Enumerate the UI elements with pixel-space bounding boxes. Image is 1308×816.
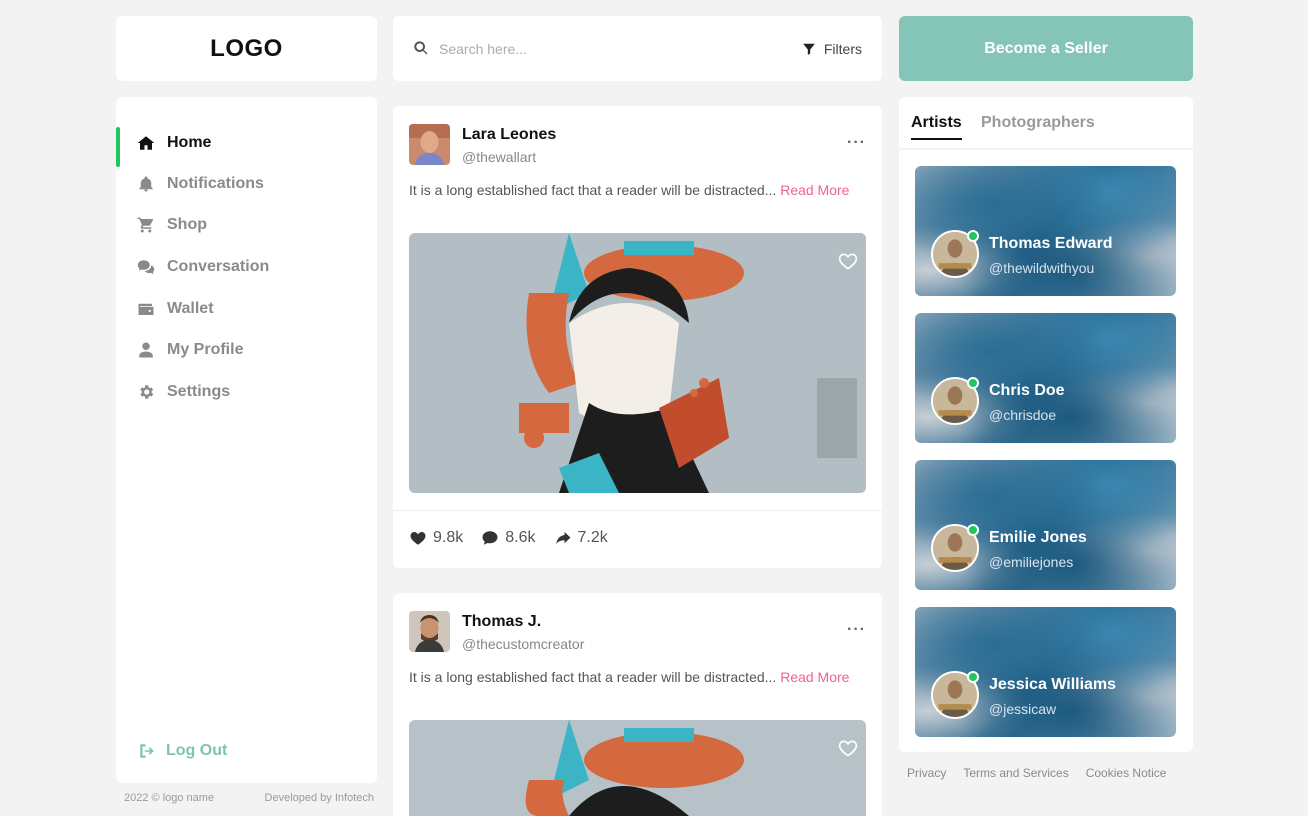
search-icon xyxy=(413,40,431,58)
privacy-link[interactable]: Privacy xyxy=(907,766,946,780)
terms-link[interactable]: Terms and Services xyxy=(963,766,1068,780)
sidebar-item-label: Notifications xyxy=(167,175,264,192)
online-status-indicator xyxy=(967,230,979,242)
online-status-indicator xyxy=(967,377,979,389)
post-text: It is a long established fact that a rea… xyxy=(409,180,859,201)
logo-card[interactable]: LOGO xyxy=(116,16,377,81)
post-image[interactable] xyxy=(409,233,866,493)
cookies-link[interactable]: Cookies Notice xyxy=(1086,766,1167,780)
filter-icon xyxy=(803,43,815,55)
avatar[interactable] xyxy=(409,124,450,165)
post-stats: 9.8k 8.6k 7.2k xyxy=(409,529,608,547)
heart-icon xyxy=(410,532,426,545)
sidebar-item-home[interactable]: Home xyxy=(116,123,377,167)
logo: LOGO xyxy=(210,34,283,62)
filters-label: Filters xyxy=(823,40,862,57)
mural-image xyxy=(409,233,866,493)
sidebar-item-label: Conversation xyxy=(167,258,270,275)
wallet-icon xyxy=(136,299,156,319)
sidebar-item-label: My Profile xyxy=(167,341,244,358)
like-count: 9.8k xyxy=(433,529,464,546)
post-author-name[interactable]: Lara Leones xyxy=(462,126,556,144)
sidebar-item-label: Shop xyxy=(167,216,207,233)
mural-image xyxy=(409,720,866,816)
share-count: 7.2k xyxy=(577,529,608,546)
post-body: It is a long established fact that a rea… xyxy=(409,182,777,198)
artist-card[interactable]: Chris Doe @chrisdoe xyxy=(915,313,1176,443)
favorite-icon[interactable] xyxy=(838,738,860,760)
artist-name: Chris Doe xyxy=(989,382,1065,399)
like-button[interactable]: 9.8k xyxy=(409,529,463,547)
post-image[interactable] xyxy=(409,720,866,816)
artist-card[interactable]: Jessica Williams @jessicaw xyxy=(915,607,1176,737)
favorite-icon[interactable] xyxy=(838,251,860,273)
chat-icon xyxy=(136,257,156,277)
footer-left: 2022 © logo name Developed by Infotech xyxy=(124,792,374,804)
sidebar-item-my-profile[interactable]: My Profile xyxy=(116,330,377,370)
sidebar-item-conversation[interactable]: Conversation xyxy=(116,247,377,287)
footer-links: Privacy Terms and Services Cookies Notic… xyxy=(907,766,1166,780)
sidebar-item-label: Settings xyxy=(167,383,231,400)
gear-icon xyxy=(136,382,156,402)
developer-credit: Developed by Infotech xyxy=(264,792,374,804)
tab-photographers[interactable]: Photographers xyxy=(981,114,1095,132)
artist-name: Thomas Edward xyxy=(989,235,1113,252)
post-body: It is a long established fact that a rea… xyxy=(409,669,777,685)
creator-tabs: Artists Photographers xyxy=(899,97,1193,148)
copyright-text: 2022 © logo name xyxy=(124,792,215,804)
user-icon xyxy=(136,340,156,360)
post-card: Thomas J. @thecustomcreator ··· It is a … xyxy=(393,593,882,816)
artist-handle: @jessicaw xyxy=(989,701,1057,717)
sidebar-item-label: Home xyxy=(167,134,212,151)
sidebar-item-label: Wallet xyxy=(167,300,214,317)
share-icon xyxy=(555,532,570,544)
logout-label: Log Out xyxy=(166,742,228,759)
tab-artists[interactable]: Artists xyxy=(911,114,962,140)
share-button[interactable]: 7.2k xyxy=(554,529,608,547)
search-bar: Filters xyxy=(393,16,882,81)
read-more-link[interactable]: Read More xyxy=(780,669,849,685)
sidebar-item-notifications[interactable]: Notifications xyxy=(116,164,377,204)
artist-card[interactable]: Thomas Edward @thewildwithyou xyxy=(915,166,1176,296)
sidebar-item-settings[interactable]: Settings xyxy=(116,372,377,412)
online-status-indicator xyxy=(967,671,979,683)
logout-button[interactable]: Log Out xyxy=(138,742,227,760)
post-author-handle: @thecustomcreator xyxy=(462,636,585,652)
artist-name: Emilie Jones xyxy=(989,529,1087,546)
artist-handle: @thewildwithyou xyxy=(989,260,1095,276)
home-icon xyxy=(136,133,156,153)
more-options-icon[interactable]: ··· xyxy=(847,134,866,152)
artist-name: Jessica Williams xyxy=(989,676,1117,693)
online-status-indicator xyxy=(967,524,979,536)
sidebar: Home Notifications Shop Conversation Wal… xyxy=(116,97,377,783)
become-seller-button[interactable]: Become a Seller xyxy=(899,16,1193,81)
comment-count: 8.6k xyxy=(505,529,536,546)
divider xyxy=(393,510,882,511)
search-input[interactable] xyxy=(439,40,802,57)
bell-icon xyxy=(136,174,156,194)
sidebar-item-shop[interactable]: Shop xyxy=(116,205,377,245)
avatar[interactable] xyxy=(409,611,450,652)
read-more-link[interactable]: Read More xyxy=(780,182,849,198)
more-options-icon[interactable]: ··· xyxy=(847,621,866,639)
post-card: Lara Leones @thewallart ··· It is a long… xyxy=(393,106,882,568)
filters-button[interactable]: Filters xyxy=(802,41,862,57)
artist-handle: @emiliejones xyxy=(989,554,1074,570)
comment-button[interactable]: 8.6k xyxy=(481,529,536,547)
comment-icon xyxy=(482,531,498,545)
sidebar-item-wallet[interactable]: Wallet xyxy=(116,289,377,329)
cart-icon xyxy=(136,215,156,235)
post-author-handle: @thewallart xyxy=(462,149,537,165)
artist-card[interactable]: Emilie Jones @emiliejones xyxy=(915,460,1176,590)
artists-list: Thomas Edward @thewildwithyou Chris Doe … xyxy=(899,150,1193,752)
post-text: It is a long established fact that a rea… xyxy=(409,667,859,688)
artist-handle: @chrisdoe xyxy=(989,407,1057,423)
logout-icon xyxy=(140,744,154,758)
post-author-name[interactable]: Thomas J. xyxy=(462,613,541,631)
